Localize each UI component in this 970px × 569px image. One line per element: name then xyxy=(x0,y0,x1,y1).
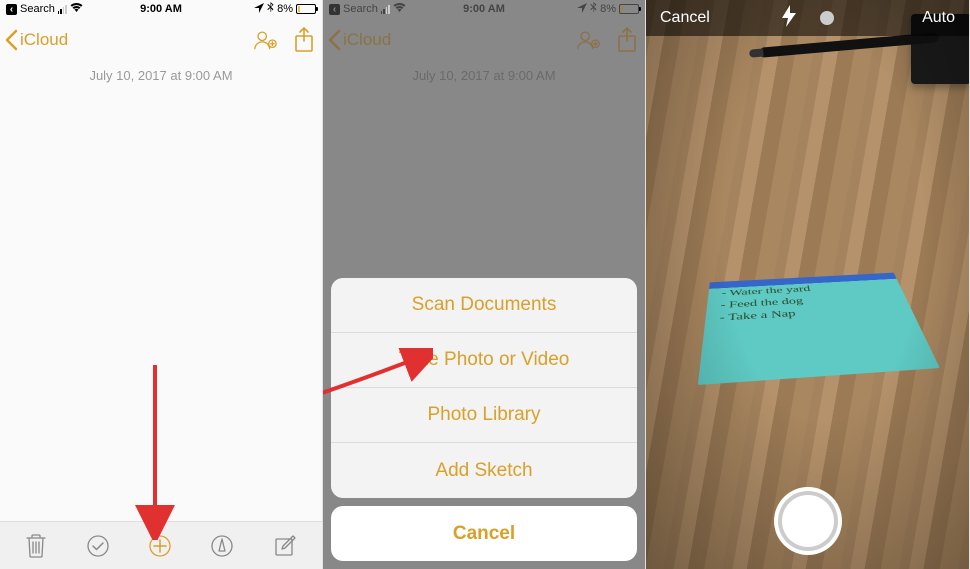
shutter-button[interactable] xyxy=(778,491,838,551)
cancel-button[interactable]: Cancel xyxy=(331,506,637,561)
notes-screen: ‹ Search 9:00 AM 8% iCloud July 10, 2017… xyxy=(0,0,323,569)
photo-library-button[interactable]: Photo Library xyxy=(331,388,637,443)
battery-icon xyxy=(296,4,316,14)
flash-icon[interactable] xyxy=(782,5,796,32)
back-button: iCloud xyxy=(327,29,391,51)
note-timestamp: July 10, 2017 at 9:00 AM xyxy=(323,68,645,83)
trash-icon[interactable] xyxy=(25,533,47,559)
status-bar: ‹ Search 9:00 AM 8% xyxy=(0,0,322,18)
action-sheet: Scan Documents Take Photo or Video Photo… xyxy=(331,278,637,561)
add-sketch-button[interactable]: Add Sketch xyxy=(331,443,637,498)
collaborate-icon xyxy=(575,29,601,51)
add-icon[interactable] xyxy=(148,534,172,558)
markup-icon[interactable] xyxy=(210,534,234,558)
share-icon xyxy=(617,27,637,53)
status-bar: ‹ Search 9:00 AM 8% xyxy=(323,0,645,18)
back-label: iCloud xyxy=(20,30,68,50)
checklist-icon[interactable] xyxy=(86,534,110,558)
scanner-camera-screen: - Water the yard - Feed the dog - Take a… xyxy=(646,0,970,569)
battery-icon xyxy=(619,4,639,14)
camera-top-bar: Cancel Auto xyxy=(646,0,969,36)
clock: 9:00 AM xyxy=(323,3,645,15)
compose-icon[interactable] xyxy=(273,534,297,558)
share-icon[interactable] xyxy=(294,27,314,53)
collaborate-icon[interactable] xyxy=(252,29,278,51)
annotation-arrow-1 xyxy=(130,360,190,540)
notes-screen-action-sheet: ‹ Search 9:00 AM 8% iCloud July 10, 2017… xyxy=(323,0,646,569)
bottom-toolbar xyxy=(0,521,322,569)
nav-bar: iCloud xyxy=(323,18,645,62)
chevron-left-icon xyxy=(327,29,341,51)
auto-button[interactable]: Auto xyxy=(922,9,955,27)
cancel-button[interactable]: Cancel xyxy=(660,9,710,27)
chevron-left-icon xyxy=(4,29,18,51)
back-label: iCloud xyxy=(343,30,391,50)
filter-icon[interactable] xyxy=(820,11,834,25)
scan-documents-button[interactable]: Scan Documents xyxy=(331,278,637,333)
note-timestamp: July 10, 2017 at 9:00 AM xyxy=(0,68,322,83)
nav-bar: iCloud xyxy=(0,18,322,62)
back-button[interactable]: iCloud xyxy=(4,29,68,51)
clock: 9:00 AM xyxy=(0,3,322,15)
take-photo-button[interactable]: Take Photo or Video xyxy=(331,333,637,388)
